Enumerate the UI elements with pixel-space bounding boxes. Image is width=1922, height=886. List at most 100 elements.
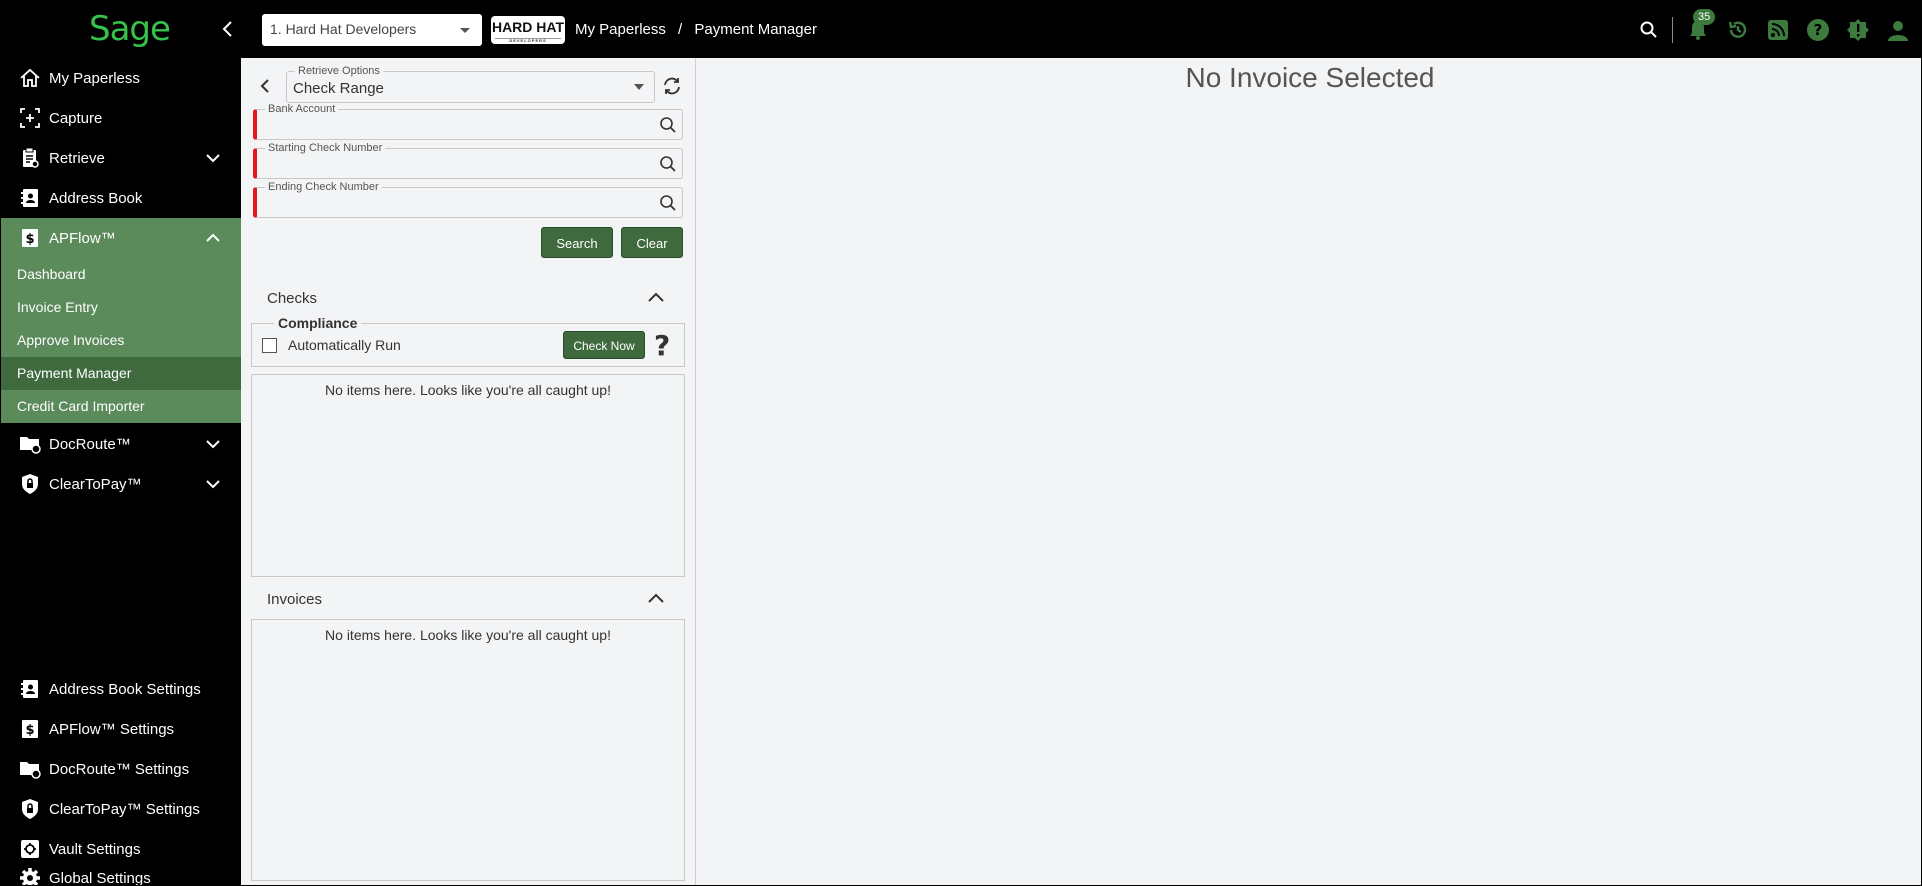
help-icon[interactable]: ? (654, 329, 670, 362)
sidebar-item-label: DocRoute™ Settings (49, 760, 190, 778)
sage-logo[interactable]: Sage (89, 9, 171, 49)
sidebar-item-label: Global Settings (49, 869, 151, 886)
chevron-up-icon[interactable] (647, 591, 665, 610)
compliance-title: Compliance (274, 315, 362, 331)
checks-empty-message: No items here. Looks like you're all cau… (325, 382, 611, 398)
company-select[interactable]: 1. Hard Hat Developers (262, 14, 482, 46)
chevron-down-icon (205, 150, 221, 170)
svg-text:$: $ (25, 232, 34, 247)
home-icon (17, 65, 43, 91)
sidebar-subitem-payment-manager[interactable]: Payment Manager (1, 357, 241, 390)
sidebar-item-label: Capture (49, 109, 103, 127)
sidebar-item-label: APFlow™ (49, 229, 116, 247)
breadcrumb-my-paperless[interactable]: My Paperless (575, 21, 666, 38)
check-now-button[interactable]: Check Now (563, 331, 645, 359)
shield-icon (17, 471, 43, 497)
sidebar-item-cleartopay-settings[interactable]: ClearToPay™ Settings (1, 789, 241, 829)
checks-list: No items here. Looks like you're all cau… (251, 374, 685, 577)
chevron-down-icon (205, 436, 221, 456)
sidebar-item-my-paperless[interactable]: My Paperless (1, 58, 241, 98)
invoice-viewer: No Invoice Selected (697, 58, 1921, 885)
retrieve-options-select[interactable]: Retrieve Options Check Range (286, 65, 655, 103)
sidebar-item-retrieve[interactable]: Retrieve (1, 138, 241, 178)
sidebar-subitem-invoice-entry[interactable]: Invoice Entry (1, 291, 241, 324)
svg-text:$: $ (25, 723, 34, 738)
search-icon[interactable] (659, 116, 677, 139)
address-book-icon (17, 185, 43, 211)
breadcrumb: My Paperless / Payment Manager (575, 21, 825, 38)
user-icon[interactable] (1883, 15, 1913, 45)
sidebar-item-label: Address Book (49, 189, 143, 207)
refresh-icon[interactable] (661, 75, 683, 102)
sidebar-item-address-book-settings[interactable]: Address Book Settings (1, 669, 241, 709)
invoices-empty-message: No items here. Looks like you're all cau… (325, 627, 611, 643)
app-window: Sage 1. Hard Hat Developers HARD HAT DEV… (0, 0, 1922, 886)
starting-check-number-label: Starting Check Number (265, 142, 386, 154)
search-icon[interactable] (659, 155, 677, 178)
invoices-section-title: Invoices (267, 591, 323, 608)
sidebar-item-docroute[interactable]: DocRoute™ (1, 424, 241, 464)
help-icon[interactable]: ? (1803, 15, 1833, 45)
top-bar: Sage 1. Hard Hat Developers HARD HAT DEV… (1, 1, 1921, 58)
search-button[interactable]: Search (541, 227, 613, 258)
sidebar-subitem-dashboard[interactable]: Dashboard (1, 258, 241, 291)
gear-icon (17, 865, 43, 885)
search-icon[interactable] (659, 194, 677, 217)
no-invoice-selected-title: No Invoice Selected (1185, 62, 1435, 93)
sidebar-subitem-approve-invoices[interactable]: Approve Invoices (1, 324, 241, 357)
back-arrow-icon[interactable] (257, 78, 273, 99)
automatically-run-checkbox[interactable] (262, 338, 277, 353)
invoices-list: No items here. Looks like you're all cau… (251, 619, 685, 881)
chevron-down-icon (634, 84, 644, 90)
ending-check-number-label: Ending Check Number (265, 181, 382, 193)
sidebar-item-global-settings[interactable]: Global Settings (1, 868, 241, 886)
bell-icon[interactable]: 35 (1683, 9, 1716, 45)
sidebar-item-capture[interactable]: Capture (1, 98, 241, 138)
bank-account-field[interactable]: Bank Account (253, 103, 683, 140)
shield-icon (17, 796, 43, 822)
rss-icon[interactable] (1763, 15, 1793, 45)
history-icon[interactable] (1723, 15, 1753, 45)
ending-check-number-field[interactable]: Ending Check Number (253, 181, 683, 218)
svg-text:?: ? (1814, 21, 1823, 39)
starting-check-number-field[interactable]: Starting Check Number (253, 142, 683, 179)
chevron-down-icon (460, 28, 470, 33)
chevron-up-icon (205, 230, 221, 250)
notification-badge: 35 (1693, 9, 1716, 25)
dollar-icon: $ (17, 225, 43, 251)
payment-search-panel: Retrieve Options Check Range Bank Accoun… (241, 58, 696, 885)
search-icon[interactable] (1634, 15, 1664, 45)
breadcrumb-payment-manager: Payment Manager (694, 21, 817, 38)
dollar-icon: $ (17, 716, 43, 742)
chevron-up-icon[interactable] (647, 290, 665, 309)
alert-badge-icon[interactable] (1843, 15, 1873, 45)
sidebar-item-label: DocRoute™ (49, 435, 131, 453)
bank-account-label: Bank Account (265, 103, 339, 115)
address-book-icon (17, 676, 43, 702)
retrieve-options-value: Check Range (293, 80, 384, 97)
sidebar-item-cleartopay[interactable]: ClearToPay™ (1, 464, 241, 504)
company-select-value: 1. Hard Hat Developers (270, 21, 417, 37)
sidebar-item-label: ClearToPay™ (49, 475, 142, 493)
folder-icon (17, 756, 43, 782)
clear-button[interactable]: Clear (621, 227, 683, 258)
checks-section-title: Checks (267, 290, 318, 307)
folder-icon (17, 431, 43, 457)
breadcrumb-separator: / (678, 21, 683, 38)
top-icons: 35 ? (1624, 9, 1913, 45)
company-logo: HARD HAT DEVELOPERS (491, 16, 565, 44)
sidebar-item-address-book[interactable]: Address Book (1, 178, 241, 218)
divider (1672, 17, 1673, 43)
retrieve-options-label: Retrieve Options (295, 65, 383, 77)
sidebar-item-label: My Paperless (49, 69, 140, 87)
company-logo-text: HARD HAT (491, 19, 565, 35)
sidebar-subitem-credit-card-importer[interactable]: Credit Card Importer (1, 390, 241, 423)
sidebar-item-vault-settings[interactable]: Vault Settings (1, 829, 241, 869)
collapse-sidebar-icon[interactable] (216, 17, 240, 41)
company-logo-subtext: DEVELOPERS (495, 38, 561, 43)
sidebar-item-label: ClearToPay™ Settings (49, 800, 200, 818)
sidebar-item-apflow-settings[interactable]: $ APFlow™ Settings (1, 709, 241, 749)
sidebar-item-docroute-settings[interactable]: DocRoute™ Settings (1, 749, 241, 789)
sidebar-item-apflow[interactable]: $ APFlow™ (1, 218, 241, 258)
automatically-run-label: Automatically Run (288, 337, 401, 353)
